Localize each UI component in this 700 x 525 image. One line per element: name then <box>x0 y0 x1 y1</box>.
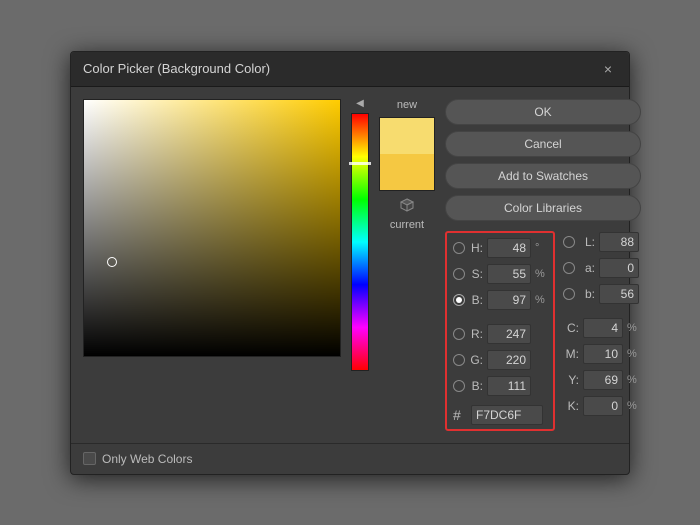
c-unit: % <box>627 322 641 334</box>
rgb-b-input[interactable] <box>487 376 531 396</box>
s-unit: % <box>535 268 547 280</box>
r-radio[interactable] <box>453 328 465 340</box>
b-row: B: % <box>453 289 547 311</box>
gradient-dark <box>84 100 340 356</box>
close-button[interactable]: × <box>599 60 617 78</box>
lab-cmyk-col: L: a: b: <box>563 231 641 431</box>
y-input[interactable] <box>583 370 623 390</box>
m-label: M: <box>563 347 579 361</box>
lab-b-input[interactable] <box>599 284 639 304</box>
highlighted-hsb-rgb: H: ° S: % <box>445 231 555 431</box>
cancel-button[interactable]: Cancel <box>445 131 641 157</box>
color-picker-dialog: Color Picker (Background Color) × ◀ new <box>70 51 630 475</box>
h-radio[interactable] <box>453 242 465 254</box>
lab-b-row: b: <box>563 283 641 305</box>
new-label: new <box>397 99 417 111</box>
lab-b-label: b: <box>579 287 595 301</box>
g-input[interactable] <box>487 350 531 370</box>
c-row: C: % <box>563 317 641 339</box>
title-bar: Color Picker (Background Color) × <box>71 52 629 87</box>
color-libraries-button[interactable]: Color Libraries <box>445 195 641 221</box>
m-row: M: % <box>563 343 641 365</box>
color-values: H: ° S: % <box>445 231 641 431</box>
button-row: OK Cancel Add to Swatches Color Librarie… <box>445 99 641 221</box>
a-input[interactable] <box>599 258 639 278</box>
c-label: C: <box>563 321 579 335</box>
dialog-body: ◀ new current <box>71 87 629 443</box>
y-unit: % <box>627 374 641 386</box>
l-input[interactable] <box>599 232 639 252</box>
b-input[interactable] <box>487 290 531 310</box>
preview-section: new current <box>379 99 435 431</box>
lab-b-radio[interactable] <box>563 288 575 300</box>
l-row: L: <box>563 231 641 253</box>
web-colors-row: Only Web Colors <box>83 452 192 466</box>
preview-current-color <box>380 154 434 190</box>
hex-input[interactable] <box>471 405 543 425</box>
rgb-b-label: B: <box>469 379 483 393</box>
h-input[interactable] <box>487 238 531 258</box>
g-row: G: <box>453 349 547 371</box>
b-unit: % <box>535 294 547 306</box>
s-row: S: % <box>453 263 547 285</box>
h-row: H: ° <box>453 237 547 259</box>
c-input[interactable] <box>583 318 623 338</box>
a-radio[interactable] <box>563 262 575 274</box>
current-label: current <box>390 219 424 231</box>
hsb-col: H: ° S: % <box>453 237 547 425</box>
ok-button[interactable]: OK <box>445 99 641 125</box>
add-to-swatches-button[interactable]: Add to Swatches <box>445 163 641 189</box>
preview-new-color <box>380 118 434 154</box>
hue-slider-container: ◀ <box>351 99 369 431</box>
b-radio[interactable] <box>453 294 465 306</box>
b-label: B: <box>469 293 483 307</box>
hue-bar[interactable] <box>351 113 369 371</box>
s-input[interactable] <box>487 264 531 284</box>
hex-label: # <box>453 407 467 423</box>
a-label: a: <box>579 261 595 275</box>
s-radio[interactable] <box>453 268 465 280</box>
a-row: a: <box>563 257 641 279</box>
dialog-title: Color Picker (Background Color) <box>83 61 270 76</box>
g-label: G: <box>469 353 483 367</box>
r-label: R: <box>469 327 483 341</box>
g-radio[interactable] <box>453 354 465 366</box>
hex-row: # <box>453 405 547 425</box>
web-colors-checkbox[interactable] <box>83 452 96 465</box>
rgb-b-row: B: <box>453 375 547 397</box>
m-input[interactable] <box>583 344 623 364</box>
r-row: R: <box>453 323 547 345</box>
h-unit: ° <box>535 242 547 254</box>
k-unit: % <box>627 400 641 412</box>
web-colors-label: Only Web Colors <box>102 452 192 466</box>
h-label: H: <box>469 241 483 255</box>
rgb-b-radio[interactable] <box>453 380 465 392</box>
l-label: L: <box>579 235 595 249</box>
s-label: S: <box>469 267 483 281</box>
m-unit: % <box>627 348 641 360</box>
k-input[interactable] <box>583 396 623 416</box>
hue-indicator <box>349 162 371 165</box>
hue-arrow: ◀ <box>356 99 364 109</box>
y-row: Y: % <box>563 369 641 391</box>
k-label: K: <box>563 399 579 413</box>
color-gradient-picker[interactable] <box>83 99 341 357</box>
l-radio[interactable] <box>563 236 575 248</box>
bottom-bar: Only Web Colors <box>71 443 629 474</box>
cube-icon <box>399 197 415 213</box>
right-panel: OK Cancel Add to Swatches Color Librarie… <box>445 99 641 431</box>
r-input[interactable] <box>487 324 531 344</box>
preview-boxes <box>379 117 435 191</box>
k-row: K: % <box>563 395 641 417</box>
y-label: Y: <box>563 373 579 387</box>
